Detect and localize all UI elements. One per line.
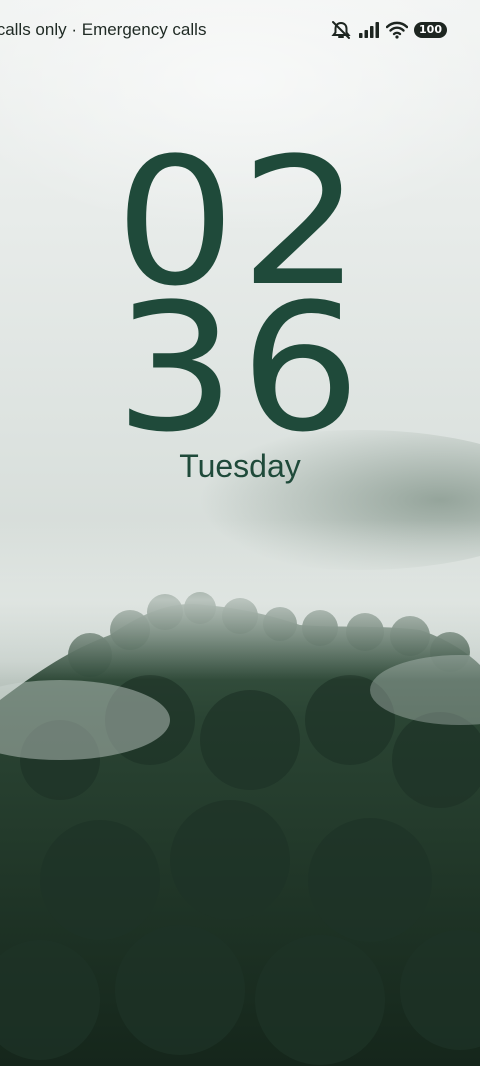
carrier-text: Emergency calls only · Emergency calls o… bbox=[0, 20, 206, 39]
lockscreen-clock: 02 36 Tuesday bbox=[0, 135, 480, 486]
carrier-marquee: Emergency calls only · Emergency calls o… bbox=[0, 20, 206, 42]
clock-minutes: 36 bbox=[114, 266, 366, 471]
wifi-icon bbox=[386, 21, 409, 39]
status-icons: 100 bbox=[330, 19, 447, 41]
signal-icon bbox=[359, 22, 380, 38]
battery-icon: 100 bbox=[414, 22, 447, 38]
silent-mode-icon bbox=[331, 21, 351, 39]
battery-level: 100 bbox=[419, 23, 442, 36]
status-bar: Emergency calls only · Emergency calls o… bbox=[0, 0, 480, 60]
